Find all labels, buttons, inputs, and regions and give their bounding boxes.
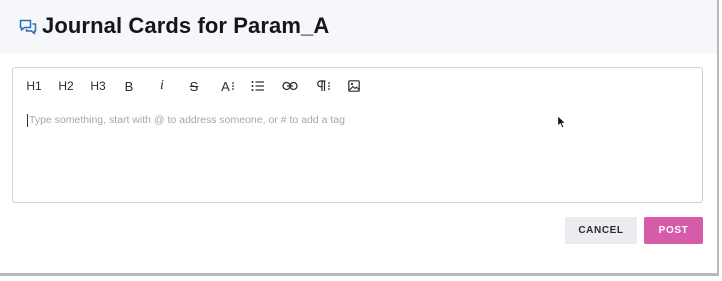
heading1-button[interactable]: H1 [25, 77, 43, 95]
panel-header: Journal Cards for Param_A [0, 0, 717, 54]
rich-text-editor[interactable]: H1 H2 H3 B i S A Type something, start w… [12, 67, 703, 203]
link-icon [282, 81, 298, 91]
mouse-pointer-icon [557, 115, 567, 129]
page-title: Journal Cards for Param_A [42, 13, 330, 38]
chat-bubbles-icon [19, 19, 37, 35]
paragraph-button[interactable] [315, 77, 333, 95]
italic-button[interactable]: i [155, 77, 169, 95]
editor-toolbar: H1 H2 H3 B i S A [13, 68, 702, 104]
bold-button[interactable]: B [122, 77, 136, 95]
font-size-label: A [221, 78, 230, 94]
heading2-button[interactable]: H2 [57, 77, 75, 95]
heading3-button[interactable]: H3 [89, 77, 107, 95]
font-size-button[interactable]: A [219, 77, 237, 95]
paragraph-icon [316, 80, 332, 92]
editor-text-area[interactable]: Type something, start with @ to address … [27, 110, 688, 130]
image-icon [348, 80, 360, 92]
editor-placeholder: Type something, start with @ to address … [29, 114, 345, 126]
text-caret [27, 113, 28, 127]
strikethrough-button[interactable]: S [186, 77, 202, 95]
link-button[interactable] [281, 77, 299, 95]
list-icon [251, 80, 265, 92]
journal-cards-panel: Journal Cards for Param_A H1 H2 H3 B i S… [0, 0, 719, 276]
cancel-button[interactable]: CANCEL [565, 217, 637, 244]
insert-image-button[interactable] [347, 77, 361, 95]
post-button[interactable]: POST [644, 217, 703, 244]
list-button[interactable] [250, 77, 266, 95]
